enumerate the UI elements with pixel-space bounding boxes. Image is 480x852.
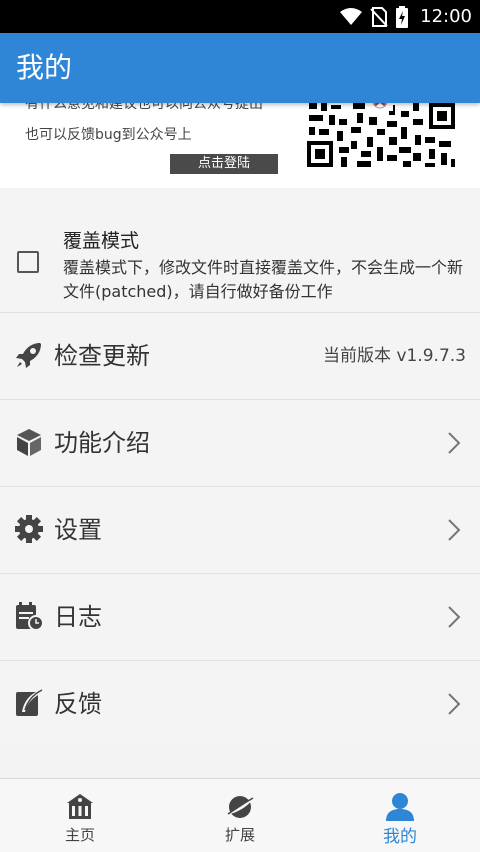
tab-home-label: 主页 bbox=[64, 826, 95, 844]
status-time: 12:00 bbox=[420, 6, 472, 27]
tab-extensions-label: 扩展 bbox=[224, 826, 255, 844]
gear-icon bbox=[15, 515, 43, 543]
page-title: 我的 bbox=[16, 51, 73, 84]
app-bar: 我的 bbox=[0, 33, 480, 103]
log-row[interactable]: 日志 bbox=[0, 573, 480, 659]
overlay-mode-setting: 覆盖模式 覆盖模式下，修改文件时直接覆盖文件，不会生成一个新文件(patched… bbox=[0, 190, 480, 310]
status-icons: 12:00 bbox=[340, 0, 472, 33]
settings-label: 设置 bbox=[54, 516, 102, 544]
home-icon bbox=[67, 794, 93, 819]
bottom-navigation: 主页 扩展 我的 bbox=[0, 778, 480, 852]
features-label: 功能介绍 bbox=[54, 429, 150, 457]
check-update-label: 检查更新 bbox=[54, 342, 150, 370]
tab-home[interactable]: 主页 bbox=[0, 779, 160, 852]
cube-icon bbox=[17, 429, 41, 456]
log-label: 日志 bbox=[54, 603, 102, 631]
chevron-right-icon bbox=[448, 606, 461, 628]
chevron-right-icon bbox=[448, 693, 461, 715]
tab-extensions[interactable]: 扩展 bbox=[160, 779, 320, 852]
tab-mine[interactable]: 我的 bbox=[320, 779, 480, 852]
tab-mine-label: 我的 bbox=[383, 827, 417, 847]
battery-charging-icon bbox=[396, 5, 409, 28]
overlay-mode-title: 覆盖模式 bbox=[63, 230, 140, 252]
check-update-row[interactable]: 检查更新 当前版本 v1.9.7.3 bbox=[0, 312, 480, 398]
planet-icon bbox=[226, 796, 254, 818]
no-sim-icon bbox=[370, 6, 388, 27]
promo-banner: 有什么意见和建议也可以向公众号提出 也可以反馈bug到公众号上 点击登陆 bbox=[0, 103, 480, 188]
person-icon bbox=[386, 793, 414, 821]
rocket-icon bbox=[16, 343, 41, 368]
status-bar: 12:00 bbox=[0, 0, 480, 33]
banner-text-line1: 有什么意见和建议也可以向公众号提出 bbox=[25, 103, 263, 112]
banner-text-line2: 也可以反馈bug到公众号上 bbox=[25, 127, 192, 143]
settings-row[interactable]: 设置 bbox=[0, 486, 480, 572]
wifi-icon bbox=[340, 7, 363, 25]
calendar-clock-icon bbox=[16, 602, 44, 631]
overlay-mode-checkbox[interactable] bbox=[17, 251, 39, 273]
features-row[interactable]: 功能介绍 bbox=[0, 399, 480, 485]
overlay-mode-description: 覆盖模式下，修改文件时直接覆盖文件，不会生成一个新文件(patched)，请自行… bbox=[63, 258, 464, 301]
chevron-right-icon bbox=[448, 432, 461, 454]
login-button[interactable]: 点击登陆 bbox=[170, 154, 278, 174]
qr-code-image bbox=[305, 103, 457, 173]
feedback-row[interactable]: 反馈 bbox=[0, 660, 480, 746]
chevron-right-icon bbox=[448, 519, 461, 541]
feedback-label: 反馈 bbox=[54, 690, 102, 718]
current-version-text: 当前版本 v1.9.7.3 bbox=[323, 346, 466, 366]
feather-icon bbox=[16, 689, 43, 716]
